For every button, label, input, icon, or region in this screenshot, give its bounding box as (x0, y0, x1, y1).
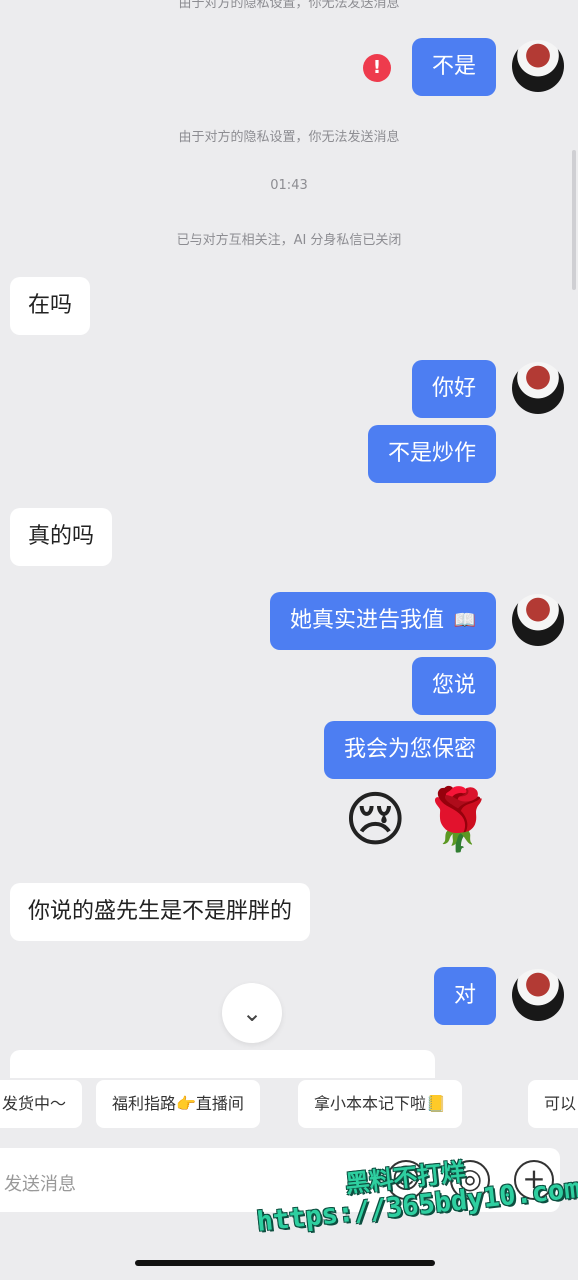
avatar[interactable] (512, 969, 564, 1021)
send-failed-icon[interactable]: ! (363, 54, 391, 82)
quick-reply-chip[interactable]: 拿小本本记下啦📒 (298, 1080, 462, 1128)
quick-reply-bar: 发货中～ 福利指路👉直播间 拿小本本记下啦📒 可以 (0, 1080, 578, 1132)
message-incoming[interactable]: 真的吗 (10, 508, 113, 566)
book-icon: 📖 (453, 610, 476, 631)
message-incoming[interactable]: 在吗 (10, 277, 91, 335)
quick-reply-chip[interactable]: 福利指路👉直播间 (96, 1080, 260, 1128)
system-message: 由于对方的隐私设置，你无法发送消息 (178, 130, 400, 145)
system-message-top: 由于对方的隐私设置，你无法发送消息 (178, 0, 400, 11)
quick-reply-chip[interactable]: 发货中～ (0, 1080, 83, 1128)
message-outgoing[interactable]: 不是炒作 (367, 425, 496, 483)
double-chevron-down-icon: ⌄ (241, 999, 263, 1027)
message-outgoing[interactable]: 对 (433, 967, 496, 1025)
message-text: 她真实进告我值 (289, 608, 444, 633)
message-outgoing[interactable]: 不是 (411, 38, 496, 96)
avatar[interactable] (512, 362, 564, 414)
avatar[interactable] (512, 40, 564, 92)
home-indicator[interactable] (135, 1260, 435, 1266)
system-message: 已与对方互相关注，AI 分身私信已关闭 (176, 233, 402, 248)
quick-reply-chip[interactable]: 可以 (528, 1080, 578, 1128)
emoji-message[interactable]: 😢🌹 (344, 790, 509, 850)
message-input[interactable]: 发送消息 (4, 1170, 76, 1196)
message-outgoing[interactable]: 您说 (411, 657, 496, 715)
scroll-down-button[interactable]: ⌄ (222, 983, 282, 1043)
scrollbar[interactable] (572, 150, 576, 290)
timestamp: 01:43 (270, 178, 308, 193)
message-outgoing[interactable]: 她真实进告我值 📖 (269, 592, 496, 650)
message-outgoing[interactable]: 你好 (411, 360, 496, 418)
message-outgoing[interactable]: 我会为您保密 (323, 721, 496, 779)
message-incoming[interactable]: 你说的盛先生是不是胖胖的 (10, 883, 311, 941)
message-incoming-partial[interactable] (10, 1050, 435, 1078)
avatar[interactable] (512, 594, 564, 646)
